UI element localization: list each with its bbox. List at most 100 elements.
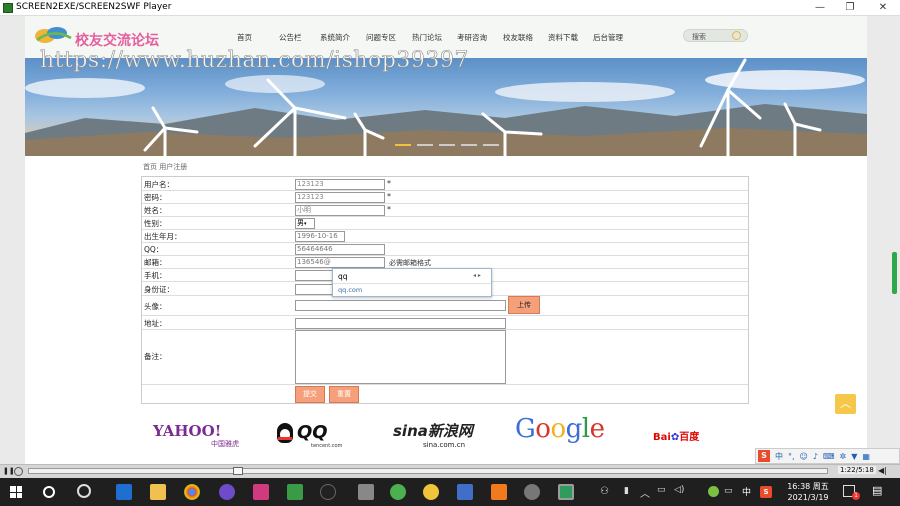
minimize-button[interactable]: — (805, 0, 835, 15)
image-editor-icon[interactable] (287, 484, 303, 500)
edge-icon[interactable] (116, 484, 132, 500)
google-logo[interactable]: Google (515, 414, 605, 444)
banner-dot[interactable] (439, 144, 455, 146)
upload-button[interactable]: 上传 (508, 296, 540, 314)
cortana-icon[interactable] (43, 486, 55, 498)
baidu-logo[interactable]: Bai✿百度 (653, 428, 699, 443)
username-input[interactable]: 123123 (295, 179, 385, 190)
idcard-input[interactable] (295, 284, 335, 295)
label-username: 用户名： (144, 180, 174, 189)
google-logo-letter: e (589, 414, 605, 444)
web-page: 校友交流论坛 首页 公告栏 系统简介 问题专区 热门论坛 考研咨询 校友联络 资… (25, 16, 867, 464)
banner-dot-active[interactable] (395, 144, 411, 146)
autocomplete-nav-arrows[interactable]: ◂ ▸ (473, 272, 481, 279)
label-password: 密码： (144, 193, 167, 202)
people-icon[interactable]: ⚇ (600, 486, 609, 497)
gender-select[interactable]: 男▾ (295, 218, 315, 229)
chicken-app-icon[interactable] (423, 484, 439, 500)
submit-button[interactable]: 提交 (295, 386, 325, 403)
label-email: 邮箱： (144, 258, 167, 267)
nav-home[interactable]: 首页 (237, 32, 252, 43)
grid-icon: ▦ (862, 451, 870, 461)
system-clock[interactable]: 16:38 周五 2021/3/19 (780, 481, 836, 503)
row-divider (142, 255, 748, 256)
mic-icon: ♪ (812, 451, 818, 461)
maximize-button[interactable]: ❐ (835, 0, 865, 15)
speaker-icon[interactable]: ◁) (674, 485, 684, 495)
nav-intro[interactable]: 系统简介 (320, 32, 350, 43)
banner-dot[interactable] (461, 144, 477, 146)
settings-app-icon[interactable] (524, 484, 540, 500)
row-divider (142, 242, 748, 243)
game-app-icon[interactable] (491, 484, 507, 500)
nav-alumni[interactable]: 校友联络 (503, 32, 533, 43)
ime-indicator[interactable]: 中 (742, 485, 751, 498)
tray-window-icon[interactable]: ▭ (724, 486, 733, 496)
action-center-icon[interactable]: ▤ (872, 484, 882, 497)
chevron-up-icon: ︿ (840, 397, 851, 410)
keyboard-icon: ⌨ (823, 451, 835, 461)
volume-icon[interactable]: ◀| (878, 466, 887, 475)
phone-input[interactable] (295, 270, 335, 281)
qq-task-icon[interactable] (320, 484, 336, 500)
birthday-input[interactable]: 1996-10-16 (295, 231, 345, 242)
stop-icon[interactable] (14, 467, 23, 476)
email-input[interactable]: 136546@ (295, 257, 385, 268)
autocomplete-query: qq (338, 272, 348, 281)
sogou-tray-icon[interactable]: S (760, 486, 772, 498)
yahoo-logo[interactable]: YAHOO! 中国雅虎 (153, 424, 245, 449)
remark-textarea[interactable] (295, 330, 506, 384)
breadcrumb: 首页 用户注册 (143, 163, 188, 171)
qq-input[interactable]: 56464646 (295, 244, 385, 255)
clock-date: 2021/3/19 (787, 493, 829, 502)
label-remark: 备注： (144, 352, 167, 361)
label-qq: QQ： (144, 245, 164, 254)
pause-icon[interactable]: ❚❚ (3, 467, 15, 476)
search-task-icon[interactable] (77, 484, 91, 498)
reset-button[interactable]: 重置 (329, 386, 359, 403)
nav-postgrad[interactable]: 考研咨询 (457, 32, 487, 43)
nav-downloads[interactable]: 资料下载 (548, 32, 578, 43)
address-input[interactable] (295, 318, 506, 329)
refresh-app-icon[interactable] (390, 484, 406, 500)
chrome-icon[interactable] (184, 484, 200, 500)
sina-logo[interactable]: sina新浪网 sina.com.cn (393, 420, 503, 449)
ime-toolbar[interactable]: S 中 °, ☺ ♪ ⌨ ✲ ▼ ▦ (755, 448, 900, 464)
player-viewport: 校友交流论坛 首页 公告栏 系统简介 问题专区 热门论坛 考研咨询 校友联络 资… (0, 16, 900, 464)
battery-icon[interactable]: ▮ (624, 486, 629, 496)
label-address: 地址： (144, 319, 167, 328)
search-icon[interactable] (732, 31, 741, 40)
intellij-icon[interactable] (253, 484, 269, 500)
close-button[interactable]: ✕ (868, 0, 898, 15)
nav-hot-forum[interactable]: 热门论坛 (412, 32, 442, 43)
nav-admin[interactable]: 后台管理 (593, 32, 623, 43)
tray-app-icon[interactable] (708, 486, 719, 497)
avatar-path-input[interactable] (295, 300, 506, 311)
autocomplete-option[interactable]: qq.com (338, 286, 362, 294)
banner-dot[interactable] (483, 144, 499, 146)
yahoo-logo-subtext: 中国雅虎 (211, 440, 239, 448)
seek-thumb[interactable] (233, 467, 243, 475)
search-box[interactable]: 搜索 (683, 29, 748, 42)
password-input[interactable]: 123123 (295, 192, 385, 203)
screen2exe-icon[interactable] (558, 484, 574, 500)
realname-input[interactable]: 小明 (295, 205, 385, 216)
start-button[interactable] (10, 486, 22, 498)
network-icon[interactable]: ▭ (657, 485, 666, 495)
eclipse-icon[interactable] (219, 484, 235, 500)
folder-icon[interactable] (150, 484, 166, 500)
ime-mode: 中 (775, 451, 783, 461)
required-mark: * (387, 179, 391, 188)
pen-app-icon[interactable] (457, 484, 473, 500)
google-logo-letter: o (550, 414, 566, 444)
seek-bar[interactable] (28, 468, 828, 474)
gender-value: 男 (297, 219, 304, 227)
tools-icon[interactable] (358, 484, 374, 500)
punctuation-icon: °, (788, 451, 795, 461)
banner-dot[interactable] (417, 144, 433, 146)
nav-notice[interactable]: 公告栏 (279, 32, 302, 43)
nav-questions[interactable]: 问题专区 (366, 32, 396, 43)
tray-expand-icon[interactable]: ︿ (640, 485, 650, 500)
qq-logo[interactable]: QQ tencent.com (277, 422, 367, 449)
back-to-top-button[interactable]: ︿ (835, 394, 856, 414)
